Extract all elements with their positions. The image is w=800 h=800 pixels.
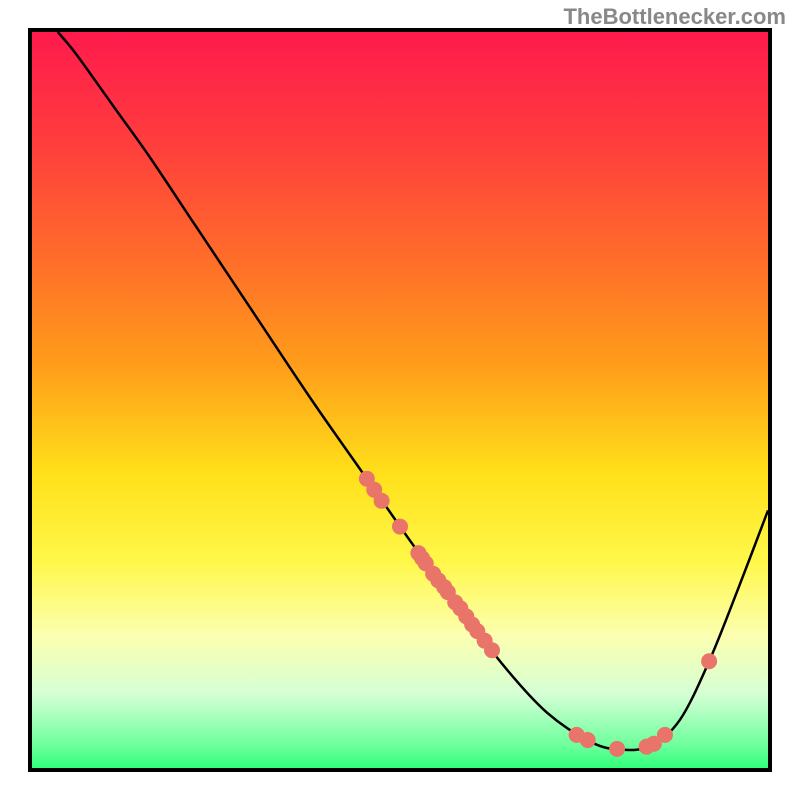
plot-area (28, 28, 772, 772)
watermark-text: TheBottlenecker.com (563, 4, 786, 30)
data-point (657, 727, 673, 743)
main-curve (58, 32, 768, 750)
data-point (609, 741, 625, 757)
data-point (580, 732, 596, 748)
scatter-points (359, 471, 717, 757)
data-point (374, 493, 390, 509)
data-point (701, 653, 717, 669)
data-point (484, 642, 500, 658)
chart-container: TheBottlenecker.com (0, 0, 800, 800)
curve-layer (32, 32, 768, 768)
data-point (392, 519, 408, 535)
